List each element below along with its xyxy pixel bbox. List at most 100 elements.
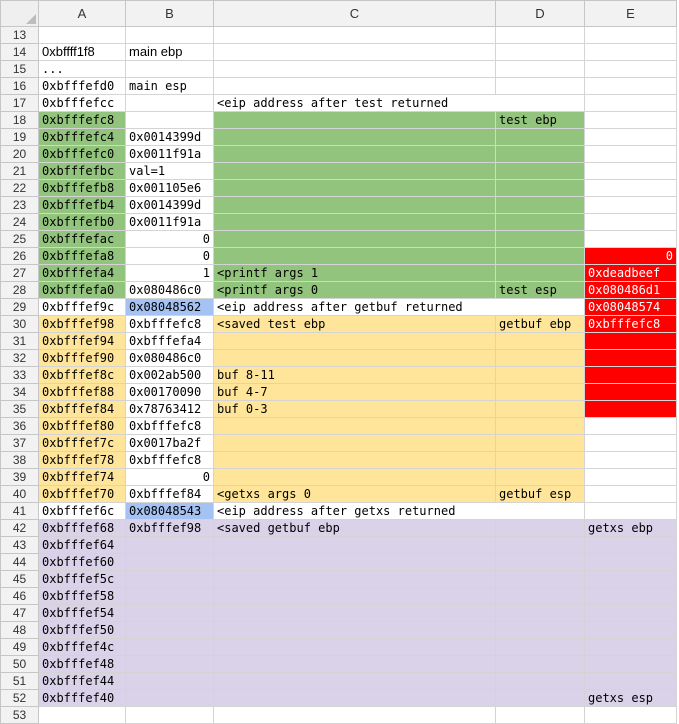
row-header[interactable]: 46 [0, 587, 39, 605]
row-header[interactable]: 15 [0, 60, 39, 78]
row-header[interactable]: 32 [0, 349, 39, 367]
cell-c[interactable] [213, 349, 496, 367]
column-header-c[interactable]: C [213, 0, 496, 27]
cell-b[interactable] [125, 655, 214, 673]
cell-d[interactable] [495, 519, 585, 537]
cell-a[interactable]: 0xbfffef48 [38, 655, 126, 673]
column-header-d[interactable]: D [495, 0, 585, 27]
cell-a[interactable]: 0xbfffefc8 [38, 111, 126, 129]
cell-c[interactable] [213, 672, 496, 690]
cell-b[interactable]: 0x08048543 [125, 502, 214, 520]
cell-a[interactable]: 0xbfffef54 [38, 604, 126, 622]
row-header[interactable]: 53 [0, 706, 39, 724]
cell-a[interactable]: 0xbfffef90 [38, 349, 126, 367]
column-header-a[interactable]: A [38, 0, 126, 27]
cell-e[interactable]: 0x08048574 [584, 298, 677, 316]
cell-d[interactable] [495, 587, 585, 605]
cell-c[interactable] [213, 536, 496, 554]
cell-b[interactable]: 0x080486c0 [125, 281, 214, 299]
cell-e[interactable] [584, 162, 677, 180]
row-header[interactable]: 45 [0, 570, 39, 588]
cell-c[interactable] [213, 111, 496, 129]
row-header[interactable]: 25 [0, 230, 39, 248]
cell-e[interactable] [584, 485, 677, 503]
cell-e[interactable] [584, 60, 677, 78]
cell-b[interactable]: 0x78763412 [125, 400, 214, 418]
cell-e[interactable] [584, 94, 677, 112]
row-header[interactable]: 21 [0, 162, 39, 180]
cell-c[interactable] [213, 60, 496, 78]
cell-e[interactable]: getxs ebp [584, 519, 677, 537]
cell-a[interactable]: 0xbfffefc4 [38, 128, 126, 146]
cell-a[interactable] [38, 706, 126, 724]
row-header[interactable]: 36 [0, 417, 39, 435]
cell-e[interactable] [584, 638, 677, 656]
cell-e[interactable] [584, 128, 677, 146]
cell-e[interactable] [584, 417, 677, 435]
cell-c[interactable]: <eip address after test returned [213, 94, 585, 112]
cell-d[interactable] [495, 349, 585, 367]
cell-b[interactable]: 0x00170090 [125, 383, 214, 401]
row-header[interactable]: 50 [0, 655, 39, 673]
cell-b[interactable]: 0xbfffefa4 [125, 332, 214, 350]
cell-b[interactable]: 0x0014399d [125, 196, 214, 214]
cell-a[interactable]: 0xbfffef40 [38, 689, 126, 707]
cell-a[interactable]: 0xbfffef84 [38, 400, 126, 418]
cell-b[interactable]: 0 [125, 230, 214, 248]
cell-e[interactable] [584, 400, 677, 418]
cell-a[interactable]: 0xbfffef7c [38, 434, 126, 452]
cell-a[interactable]: 0xbfffef88 [38, 383, 126, 401]
cell-e[interactable] [584, 451, 677, 469]
cell-d[interactable]: getbuf ebp [495, 315, 585, 333]
cell-b[interactable] [125, 570, 214, 588]
cell-e[interactable] [584, 332, 677, 350]
cell-d[interactable] [495, 400, 585, 418]
cell-a[interactable]: 0xbfffef94 [38, 332, 126, 350]
row-header[interactable]: 18 [0, 111, 39, 129]
row-header[interactable]: 20 [0, 145, 39, 163]
cell-a[interactable]: 0xbfffefc0 [38, 145, 126, 163]
cell-a[interactable]: 0xbfffef58 [38, 587, 126, 605]
cell-a[interactable]: 0xbfffef44 [38, 672, 126, 690]
cell-b[interactable] [125, 553, 214, 571]
row-header[interactable]: 35 [0, 400, 39, 418]
cell-b[interactable]: 0xbfffefc8 [125, 417, 214, 435]
cell-b[interactable]: 0xbfffefc8 [125, 451, 214, 469]
cell-a[interactable] [38, 26, 126, 44]
cell-d[interactable] [495, 434, 585, 452]
cell-c[interactable] [213, 689, 496, 707]
cell-d[interactable] [495, 621, 585, 639]
cell-a[interactable]: 0xbfffefb8 [38, 179, 126, 197]
cell-a[interactable]: 0xbfffefa8 [38, 247, 126, 265]
cell-c[interactable] [213, 570, 496, 588]
cell-a[interactable]: 0xbfffef8c [38, 366, 126, 384]
row-header[interactable]: 19 [0, 128, 39, 146]
row-header[interactable]: 33 [0, 366, 39, 384]
cell-d[interactable] [495, 417, 585, 435]
cell-c[interactable] [213, 706, 496, 724]
cell-e[interactable] [584, 213, 677, 231]
cell-e[interactable] [584, 570, 677, 588]
row-header[interactable]: 34 [0, 383, 39, 401]
cell-d[interactable] [495, 570, 585, 588]
cell-b[interactable]: val=1 [125, 162, 214, 180]
cell-e[interactable]: 0x080486d1 [584, 281, 677, 299]
cell-a[interactable]: 0xbfffef60 [38, 553, 126, 571]
cell-c[interactable] [213, 638, 496, 656]
cell-e[interactable] [584, 434, 677, 452]
cell-c[interactable] [213, 655, 496, 673]
cell-c[interactable]: <saved test ebp [213, 315, 496, 333]
cell-c[interactable] [213, 128, 496, 146]
row-header[interactable]: 47 [0, 604, 39, 622]
cell-a[interactable]: 0xbfffefa0 [38, 281, 126, 299]
cell-b[interactable] [125, 706, 214, 724]
cell-b[interactable]: 0x002ab500 [125, 366, 214, 384]
cell-c[interactable] [213, 604, 496, 622]
cell-e[interactable] [584, 587, 677, 605]
cell-b[interactable]: 0x080486c0 [125, 349, 214, 367]
cell-c[interactable] [213, 145, 496, 163]
cell-c[interactable]: <eip address after getbuf returned [213, 298, 585, 316]
cell-a[interactable]: 0xbfffefb4 [38, 196, 126, 214]
cell-d[interactable] [495, 196, 585, 214]
row-header[interactable]: 26 [0, 247, 39, 265]
